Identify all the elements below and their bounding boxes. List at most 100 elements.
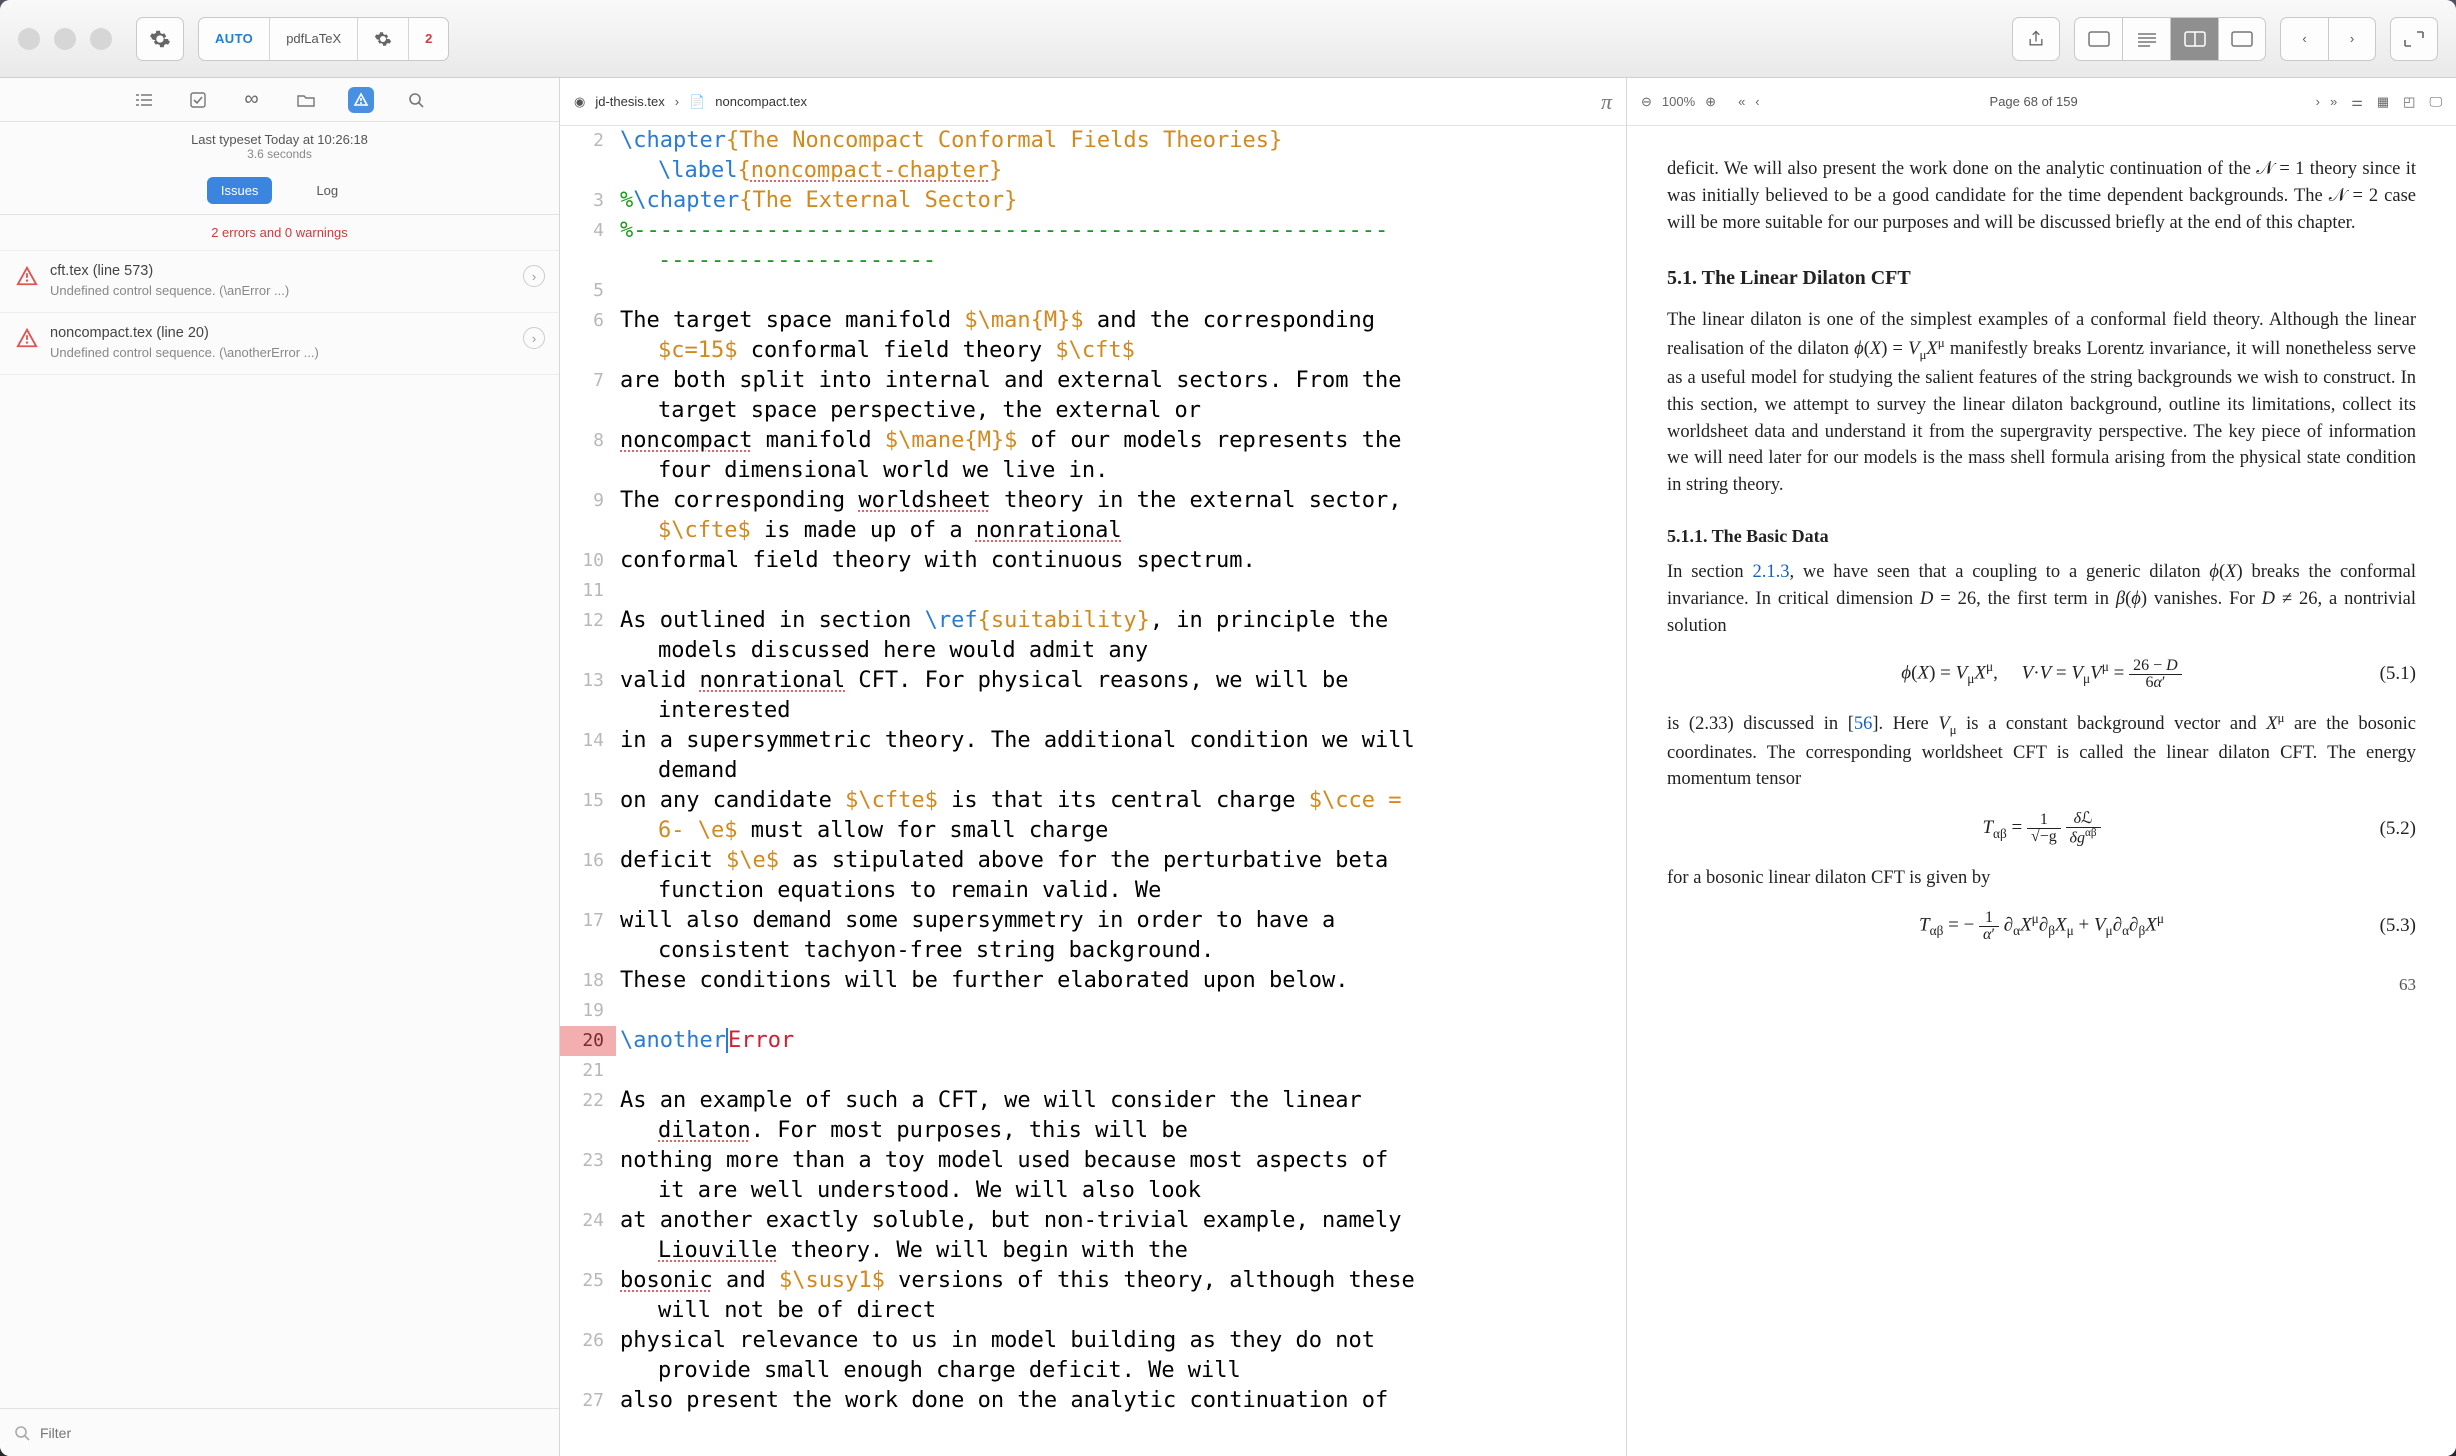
- code-line[interactable]: 21: [560, 1056, 1626, 1086]
- issues-tab-button[interactable]: [348, 87, 374, 113]
- code-line[interactable]: 7are both split into internal and extern…: [560, 366, 1626, 396]
- outline-button[interactable]: [132, 88, 156, 112]
- code-line[interactable]: 23nothing more than a toy model used bec…: [560, 1146, 1626, 1176]
- traffic-close[interactable]: [18, 28, 40, 50]
- crop-icon[interactable]: ◰: [2403, 94, 2415, 110]
- layout-split[interactable]: [2170, 17, 2218, 61]
- issue-disclosure[interactable]: ›: [523, 265, 545, 287]
- warning-icon: [16, 265, 38, 287]
- first-page-button[interactable]: «: [1738, 94, 1745, 109]
- code-line[interactable]: demand: [560, 756, 1626, 786]
- gutter-line-number: 19: [560, 996, 616, 1026]
- code-line[interactable]: 25bosonic and $\susy1$ versions of this …: [560, 1266, 1626, 1296]
- code-line[interactable]: 27also present the work done on the anal…: [560, 1386, 1626, 1416]
- code-text: physical relevance to us in model buildi…: [616, 1326, 1626, 1356]
- code-line[interactable]: function equations to remain valid. We: [560, 876, 1626, 906]
- code-line[interactable]: 5: [560, 276, 1626, 306]
- code-line[interactable]: 24at another exactly soluble, but non-tr…: [560, 1206, 1626, 1236]
- code-line[interactable]: it are well understood. We will also loo…: [560, 1176, 1626, 1206]
- breadcrumb-root[interactable]: jd-thesis.tex: [595, 94, 664, 109]
- next-page-button[interactable]: ›: [2316, 94, 2320, 109]
- code-line[interactable]: $c=15$ conformal field theory $\cft$: [560, 336, 1626, 366]
- zoom-in-button[interactable]: ⊕: [1705, 94, 1716, 110]
- code-line[interactable]: 18These conditions will be further elabo…: [560, 966, 1626, 996]
- issue-disclosure[interactable]: ›: [523, 327, 545, 349]
- auto-typeset-button[interactable]: AUTO: [199, 18, 270, 60]
- list-icon: [135, 93, 153, 107]
- code-line[interactable]: 6The target space manifold $\man{M}$ and…: [560, 306, 1626, 336]
- code-line[interactable]: consistent tachyon-free string backgroun…: [560, 936, 1626, 966]
- files-button[interactable]: [294, 88, 318, 112]
- history-nav-group: ‹ ›: [2280, 17, 2376, 61]
- code-line[interactable]: 3%\chapter{The External Sector}: [560, 186, 1626, 216]
- code-line[interactable]: 4%--------------------------------------…: [560, 216, 1626, 246]
- code-line[interactable]: 13valid nonrational CFT. For physical re…: [560, 666, 1626, 696]
- todos-button[interactable]: [186, 88, 210, 112]
- code-line[interactable]: 16deficit $\e$ as stipulated above for t…: [560, 846, 1626, 876]
- code-line[interactable]: 8noncompact manifold $\mane{M}$ of our m…: [560, 426, 1626, 456]
- code-line[interactable]: 14in a supersymmetric theory. The additi…: [560, 726, 1626, 756]
- error-count-button[interactable]: 2: [409, 18, 448, 60]
- code-line[interactable]: 11: [560, 576, 1626, 606]
- code-line[interactable]: Liouville theory. We will begin with the: [560, 1236, 1626, 1266]
- math-mode-icon[interactable]: π: [1601, 89, 1612, 115]
- zoom-out-button[interactable]: ⊖: [1641, 94, 1652, 110]
- breadcrumb-current[interactable]: noncompact.tex: [715, 94, 807, 109]
- code-line[interactable]: 6- \e$ must allow for small charge: [560, 816, 1626, 846]
- issue-item[interactable]: cft.tex (line 573)Undefined control sequ…: [0, 251, 559, 313]
- gutter-line-number: [560, 516, 616, 546]
- history-forward-button[interactable]: ›: [2328, 17, 2376, 61]
- code-line[interactable]: provide small enough charge deficit. We …: [560, 1356, 1626, 1386]
- engine-select[interactable]: pdfLaTeX: [270, 18, 358, 60]
- display-icon[interactable]: 🖵: [2429, 94, 2442, 110]
- history-back-button[interactable]: ‹: [2280, 17, 2328, 61]
- settings-button[interactable]: [136, 17, 184, 61]
- code-line[interactable]: four dimensional world we live in.: [560, 456, 1626, 486]
- tab-log[interactable]: Log: [302, 177, 352, 204]
- filter-input[interactable]: [40, 1425, 545, 1441]
- code-line[interactable]: target space perspective, the external o…: [560, 396, 1626, 426]
- code-line[interactable]: 22As an example of such a CFT, we will c…: [560, 1086, 1626, 1116]
- last-page-button[interactable]: »: [2330, 94, 2337, 109]
- gutter-line-number: 21: [560, 1056, 616, 1086]
- share-button[interactable]: [2012, 17, 2060, 61]
- panel-search-button[interactable]: [404, 88, 428, 112]
- code-area[interactable]: 2\chapter{The Noncompact Conformal Field…: [560, 126, 1626, 1456]
- code-line[interactable]: will not be of direct: [560, 1296, 1626, 1326]
- code-line[interactable]: interested: [560, 696, 1626, 726]
- traffic-minimize[interactable]: [54, 28, 76, 50]
- code-line[interactable]: $\cfte$ is made up of a nonrational: [560, 516, 1626, 546]
- code-line[interactable]: 9The corresponding worldsheet theory in …: [560, 486, 1626, 516]
- code-text: provide small enough charge deficit. We …: [616, 1356, 1626, 1386]
- code-line[interactable]: 2\chapter{The Noncompact Conformal Field…: [560, 126, 1626, 156]
- code-line[interactable]: 15on any candidate $\cfte$ is that its c…: [560, 786, 1626, 816]
- traffic-zoom[interactable]: [90, 28, 112, 50]
- code-line[interactable]: 19: [560, 996, 1626, 1026]
- chevron-right-icon: ›: [2350, 31, 2354, 46]
- code-text: These conditions will be further elabora…: [616, 966, 1626, 996]
- preview-page[interactable]: deficit. We will also present the work d…: [1627, 126, 2456, 1456]
- code-line[interactable]: \label{noncompact-chapter}: [560, 156, 1626, 186]
- code-line[interactable]: models discussed here would admit any: [560, 636, 1626, 666]
- sliders-icon[interactable]: ⚌: [2351, 94, 2363, 110]
- references-button[interactable]: ∞: [240, 88, 264, 112]
- layout-preview-only[interactable]: [2218, 17, 2266, 61]
- code-line[interactable]: 26physical relevance to us in model buil…: [560, 1326, 1626, 1356]
- grid-icon[interactable]: ▦: [2377, 94, 2389, 110]
- issue-item[interactable]: noncompact.tex (line 20)Undefined contro…: [0, 313, 559, 375]
- layout-text[interactable]: [2122, 17, 2170, 61]
- code-line[interactable]: 20\anotherError: [560, 1026, 1626, 1056]
- engine-settings-button[interactable]: [358, 18, 409, 60]
- tab-issues[interactable]: Issues: [207, 177, 273, 204]
- preview-ref-56[interactable]: 56: [1854, 714, 1873, 734]
- code-line[interactable]: 12As outlined in section \ref{suitabilit…: [560, 606, 1626, 636]
- code-line[interactable]: dilaton. For most purposes, this will be: [560, 1116, 1626, 1146]
- panel-preview-icon: [2231, 31, 2253, 47]
- code-line[interactable]: ---------------------: [560, 246, 1626, 276]
- preview-ref-2-1-3[interactable]: 2.1.3: [1752, 562, 1789, 582]
- code-line[interactable]: 10conformal field theory with continuous…: [560, 546, 1626, 576]
- code-line[interactable]: 17will also demand some supersymmetry in…: [560, 906, 1626, 936]
- prev-page-button[interactable]: ‹: [1755, 94, 1759, 109]
- layout-editor-only[interactable]: [2074, 17, 2122, 61]
- fullscreen-button[interactable]: [2390, 17, 2438, 61]
